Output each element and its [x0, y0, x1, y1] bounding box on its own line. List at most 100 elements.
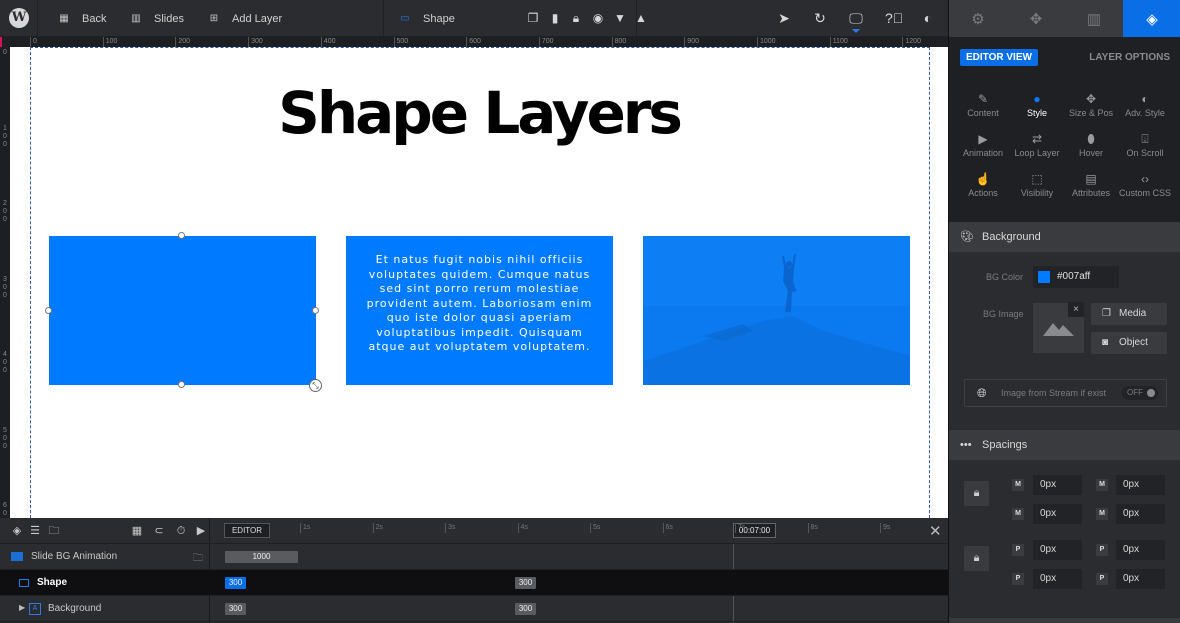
timeline-bar-in[interactable]: 300	[225, 603, 246, 615]
navigation-tab[interactable]: ✥	[1007, 0, 1065, 37]
close-timeline-icon[interactable]: ✕	[929, 522, 942, 540]
delete-icon[interactable]: ▮	[547, 10, 563, 26]
add-layer-button[interactable]: ⊞ Add Layer	[208, 0, 282, 37]
option-label: Visibility	[1020, 188, 1054, 198]
option-hover[interactable]: ⬮ Hover	[1062, 130, 1120, 168]
object-button[interactable]: ◙ Object	[1091, 332, 1167, 354]
ruler-tick: 0	[3, 49, 7, 56]
timeline-row-slide-bg[interactable]: Slide BG Animation 🗀 1000	[0, 544, 948, 570]
option-label: Animation	[962, 148, 1004, 158]
margin-right-input[interactable]	[1116, 475, 1165, 495]
lock-icon[interactable]: 🔒︎	[568, 10, 584, 26]
padding-bottom-input[interactable]	[1033, 569, 1082, 589]
timeline-bar-out[interactable]: 300	[515, 577, 536, 589]
option-content[interactable]: ✎ Content	[954, 90, 1012, 128]
padding-lock-button[interactable]: 🔒︎	[964, 546, 989, 571]
bg-color-value: #007aff	[1057, 271, 1091, 282]
media-icon: ❐	[1102, 308, 1111, 319]
option-adv-style[interactable]: ◐ Adv. Style	[1116, 90, 1174, 128]
resize-handle-bottom[interactable]	[178, 381, 185, 388]
divider	[383, 0, 384, 37]
image-shape-layer[interactable]	[643, 236, 910, 385]
timeline-row-shape[interactable]: Shape 300 300	[0, 570, 948, 596]
layers-icon[interactable]: ◈	[10, 524, 24, 538]
resize-handle-top[interactable]	[178, 232, 185, 239]
option-label: Content	[967, 108, 999, 118]
margin-top-input[interactable]	[1033, 475, 1082, 495]
slide-title-layer[interactable]: Shape Layers	[10, 79, 948, 147]
settings-gear-tab[interactable]: ⚙	[949, 0, 1007, 37]
option-attributes[interactable]: ▤ Attributes	[1062, 170, 1120, 208]
slide-canvas[interactable]: Shape Layers ⤡ Et natus fugit nobis nihi…	[10, 47, 948, 518]
play-icon[interactable]: ▶	[194, 524, 208, 538]
back-button[interactable]: ▦ Back	[58, 0, 106, 37]
slide-tab[interactable]: ▥	[1065, 0, 1123, 37]
timeline-row-background[interactable]: ▶ A Background 300 300	[0, 596, 948, 622]
desktop-view-icon[interactable]: 🖵︎	[848, 10, 864, 26]
padding-right-input[interactable]	[1116, 540, 1165, 560]
grid-snap-icon[interactable]: ▦	[130, 524, 144, 538]
margin-bottom-input[interactable]	[1033, 504, 1082, 524]
hand-icon: ☝	[975, 172, 991, 186]
move-down-icon[interactable]: ▼	[612, 10, 628, 26]
option-label: Style	[1026, 108, 1047, 118]
slides-button[interactable]: ▥ Slides	[130, 0, 184, 37]
cursor-pointer-icon[interactable]: ➤	[776, 10, 792, 26]
contrast-icon[interactable]: ◐	[920, 10, 936, 26]
option-animation[interactable]: ▶ Animation	[954, 130, 1012, 168]
option-visibility[interactable]: ⬚ Visibility	[1008, 170, 1066, 208]
option-label: Attributes	[1071, 188, 1111, 198]
row-name: Background	[48, 603, 102, 614]
layer-options-label[interactable]: LAYER OPTIONS	[1089, 52, 1170, 63]
margin-left-input[interactable]	[1116, 504, 1165, 524]
duplicate-icon[interactable]: ❐	[525, 10, 541, 26]
ruler-tick: 400	[3, 351, 7, 374]
timeline-bar-in[interactable]: 300	[225, 577, 246, 589]
lock-icon: 🔒︎	[973, 552, 980, 564]
layers-tab[interactable]: ◈	[1123, 0, 1180, 37]
media-label: Media	[1119, 308, 1147, 319]
option-size-pos[interactable]: ✥ Size & Pos	[1062, 90, 1120, 128]
timeline-editor-tag[interactable]: EDITOR	[224, 523, 270, 538]
help-icon[interactable]: ?⃝	[885, 10, 903, 26]
list-menu-icon[interactable]: ☰	[28, 524, 42, 538]
media-button[interactable]: ❐ Media	[1091, 303, 1167, 325]
folder-icon[interactable]: 🗀	[193, 551, 203, 568]
shape-layer-selected[interactable]	[48, 235, 317, 386]
remove-image-icon[interactable]: ×	[1068, 302, 1084, 317]
slide-bg-icon	[11, 552, 23, 561]
timeline-bar-out[interactable]: 300	[515, 603, 536, 615]
timeline-bar[interactable]: 1000	[225, 551, 298, 563]
editor-view-button[interactable]: EDITOR VIEW	[960, 49, 1038, 66]
add-layer-label: Add Layer	[232, 12, 283, 25]
spacings-section-title: Spacings	[982, 439, 1028, 451]
folder-icon[interactable]: 🗀	[47, 524, 61, 538]
option-loop-layer[interactable]: ⇄ Loop Layer	[1008, 130, 1066, 168]
margin-lock-button[interactable]: 🔒︎	[964, 481, 989, 506]
stopwatch-icon[interactable]: ⏱︎	[174, 524, 188, 538]
divider	[37, 0, 38, 37]
spacings-section-header[interactable]: ••• Spacings	[949, 430, 1180, 460]
ruler-tick: 700	[538, 37, 554, 47]
undo-icon[interactable]: ↻	[812, 10, 828, 26]
margin-right-icon: M	[1096, 479, 1108, 491]
visibility-eye-icon[interactable]: ◉	[590, 10, 606, 26]
padding-top-icon: P	[1012, 544, 1024, 556]
padding-left-input[interactable]	[1116, 569, 1165, 589]
expand-caret-icon[interactable]: ▶	[19, 603, 25, 612]
resize-handle-left[interactable]	[45, 307, 52, 314]
text-shape-layer[interactable]: Et natus fugit nobis nihil officiis volu…	[346, 236, 613, 385]
option-custom-css[interactable]: ‹› Custom CSS	[1116, 170, 1174, 208]
option-style[interactable]: ● Style	[1008, 90, 1066, 128]
resize-handle-right[interactable]	[312, 307, 319, 314]
padding-top-input[interactable]	[1033, 540, 1082, 560]
bg-color-picker[interactable]: #007aff	[1033, 266, 1119, 288]
option-actions[interactable]: ☝ Actions	[954, 170, 1012, 208]
wordpress-logo-icon[interactable]: W	[9, 8, 29, 28]
selected-layer-indicator[interactable]: ▭ Shape	[399, 0, 455, 37]
resize-corner-handle-icon[interactable]: ⤡	[309, 379, 322, 392]
background-section-header[interactable]: 🎨︎ Background	[949, 222, 1180, 252]
magnet-icon[interactable]: ⊂	[152, 524, 166, 538]
stream-toggle[interactable]: OFF	[1122, 386, 1158, 400]
option-on-scroll[interactable]: ⍗ On Scroll	[1116, 130, 1174, 168]
